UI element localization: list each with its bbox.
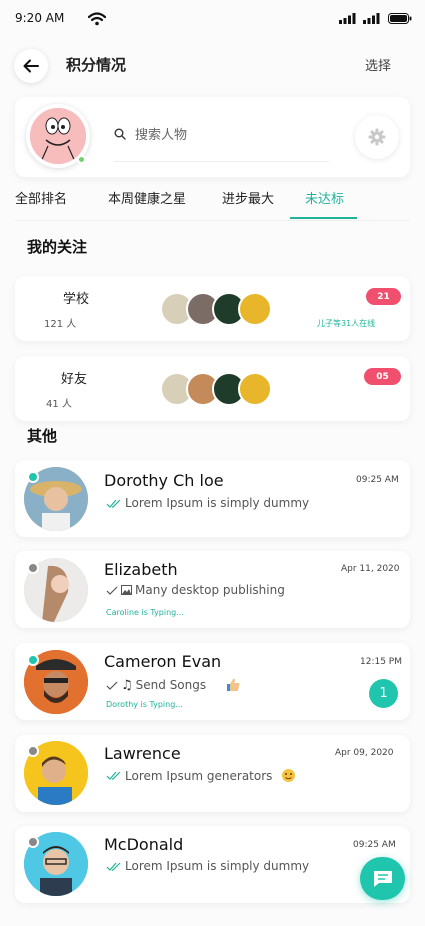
search-icon [114,128,126,140]
chat-name: Cameron Evan [104,652,222,671]
double-check-icon [106,862,121,871]
double-check-icon [106,499,121,508]
gear-icon [368,128,386,146]
chat-message-text: Send Songs [135,678,207,692]
tab-most-improved[interactable]: 进步最大 [222,188,274,207]
single-check-icon [106,586,118,595]
chat-time: 09:25 AM [353,840,396,850]
chat-message: Lorem Ipsum generators [106,768,296,783]
online-status-dot [77,155,86,164]
page-title: 积分情况 [66,56,127,74]
chat-name: Elizabeth [104,560,178,579]
tab-weekly-star[interactable]: 本周健康之星 [108,188,186,207]
badge-count: 21 [366,288,401,305]
single-check-icon [106,681,118,690]
offline-status-dot [27,562,39,574]
typing-indicator: Caroline is Typing... [106,608,184,617]
status-bar: 9:20 AM [0,0,425,38]
chat-message-text: Many desktop publishing [135,583,285,597]
typing-indicator: Dorothy is Typing... [106,700,183,709]
search-input[interactable]: 搜索人物 [135,124,187,143]
online-note: 儿子等31人在线 [317,319,376,328]
badge-count: 05 [364,368,401,385]
avatar [238,372,272,406]
chat-name: McDonald [104,835,184,854]
section-title-others: 其他 [27,427,58,445]
select-button[interactable]: 选择 [365,55,391,74]
chat-name: Dorothy Ch loe [104,471,224,490]
chat-name: Lawrence [104,744,181,763]
chat-time: Apr 09, 2020 [335,748,394,758]
chat-message: Many desktop publishing [106,583,285,597]
tab-not-qualified[interactable]: 未达标 [305,188,344,207]
music-note-icon: ♫ [121,677,133,693]
group-member-count: 41 人 [46,399,72,410]
chat-message-text: Lorem Ipsum generators [125,768,273,783]
search-underline [114,161,329,162]
chat-time: 09:25 AM [356,475,399,485]
double-check-icon [106,771,121,780]
battery-icon [388,13,412,24]
online-status-dot [27,654,39,666]
thumbs-up-icon [227,678,240,691]
settings-button[interactable] [355,115,399,159]
new-chat-button[interactable] [360,857,405,900]
online-status-dot [27,471,39,483]
offline-status-dot [27,745,39,757]
back-arrow-icon [23,59,39,73]
group-member-count: 121 人 [44,319,77,330]
status-time: 9:20 AM [15,11,65,25]
chat-message: Lorem Ipsum is simply dummy [106,859,309,873]
chat-message-text: Lorem Ipsum is simply dummy [125,859,310,873]
emoji-icon [282,769,296,782]
back-button[interactable] [14,49,48,83]
signal-icon [339,13,356,24]
section-title-following: 我的关注 [27,238,88,256]
wifi-icon [88,12,106,26]
tab-all-ranking[interactable]: 全部排名 [15,188,67,207]
chat-message: ♫ Send Songs [106,677,241,693]
chat-message: Lorem Ipsum is simply dummy [106,496,309,510]
chat-message-text: Lorem Ipsum is simply dummy [125,496,310,510]
image-icon [121,585,132,595]
chat-time: 12:15 PM [360,657,402,667]
offline-status-dot [27,836,39,848]
avatar[interactable] [26,104,90,168]
avatar [238,292,272,326]
group-name: 好友 [61,372,88,387]
active-tab-indicator [290,217,357,219]
unread-count-badge: 1 [369,679,398,708]
tabs-divider [15,220,410,221]
group-name: 学校 [63,292,90,307]
chat-time: Apr 11, 2020 [341,564,400,574]
chat-icon [373,870,392,887]
signal-icon [363,13,380,24]
